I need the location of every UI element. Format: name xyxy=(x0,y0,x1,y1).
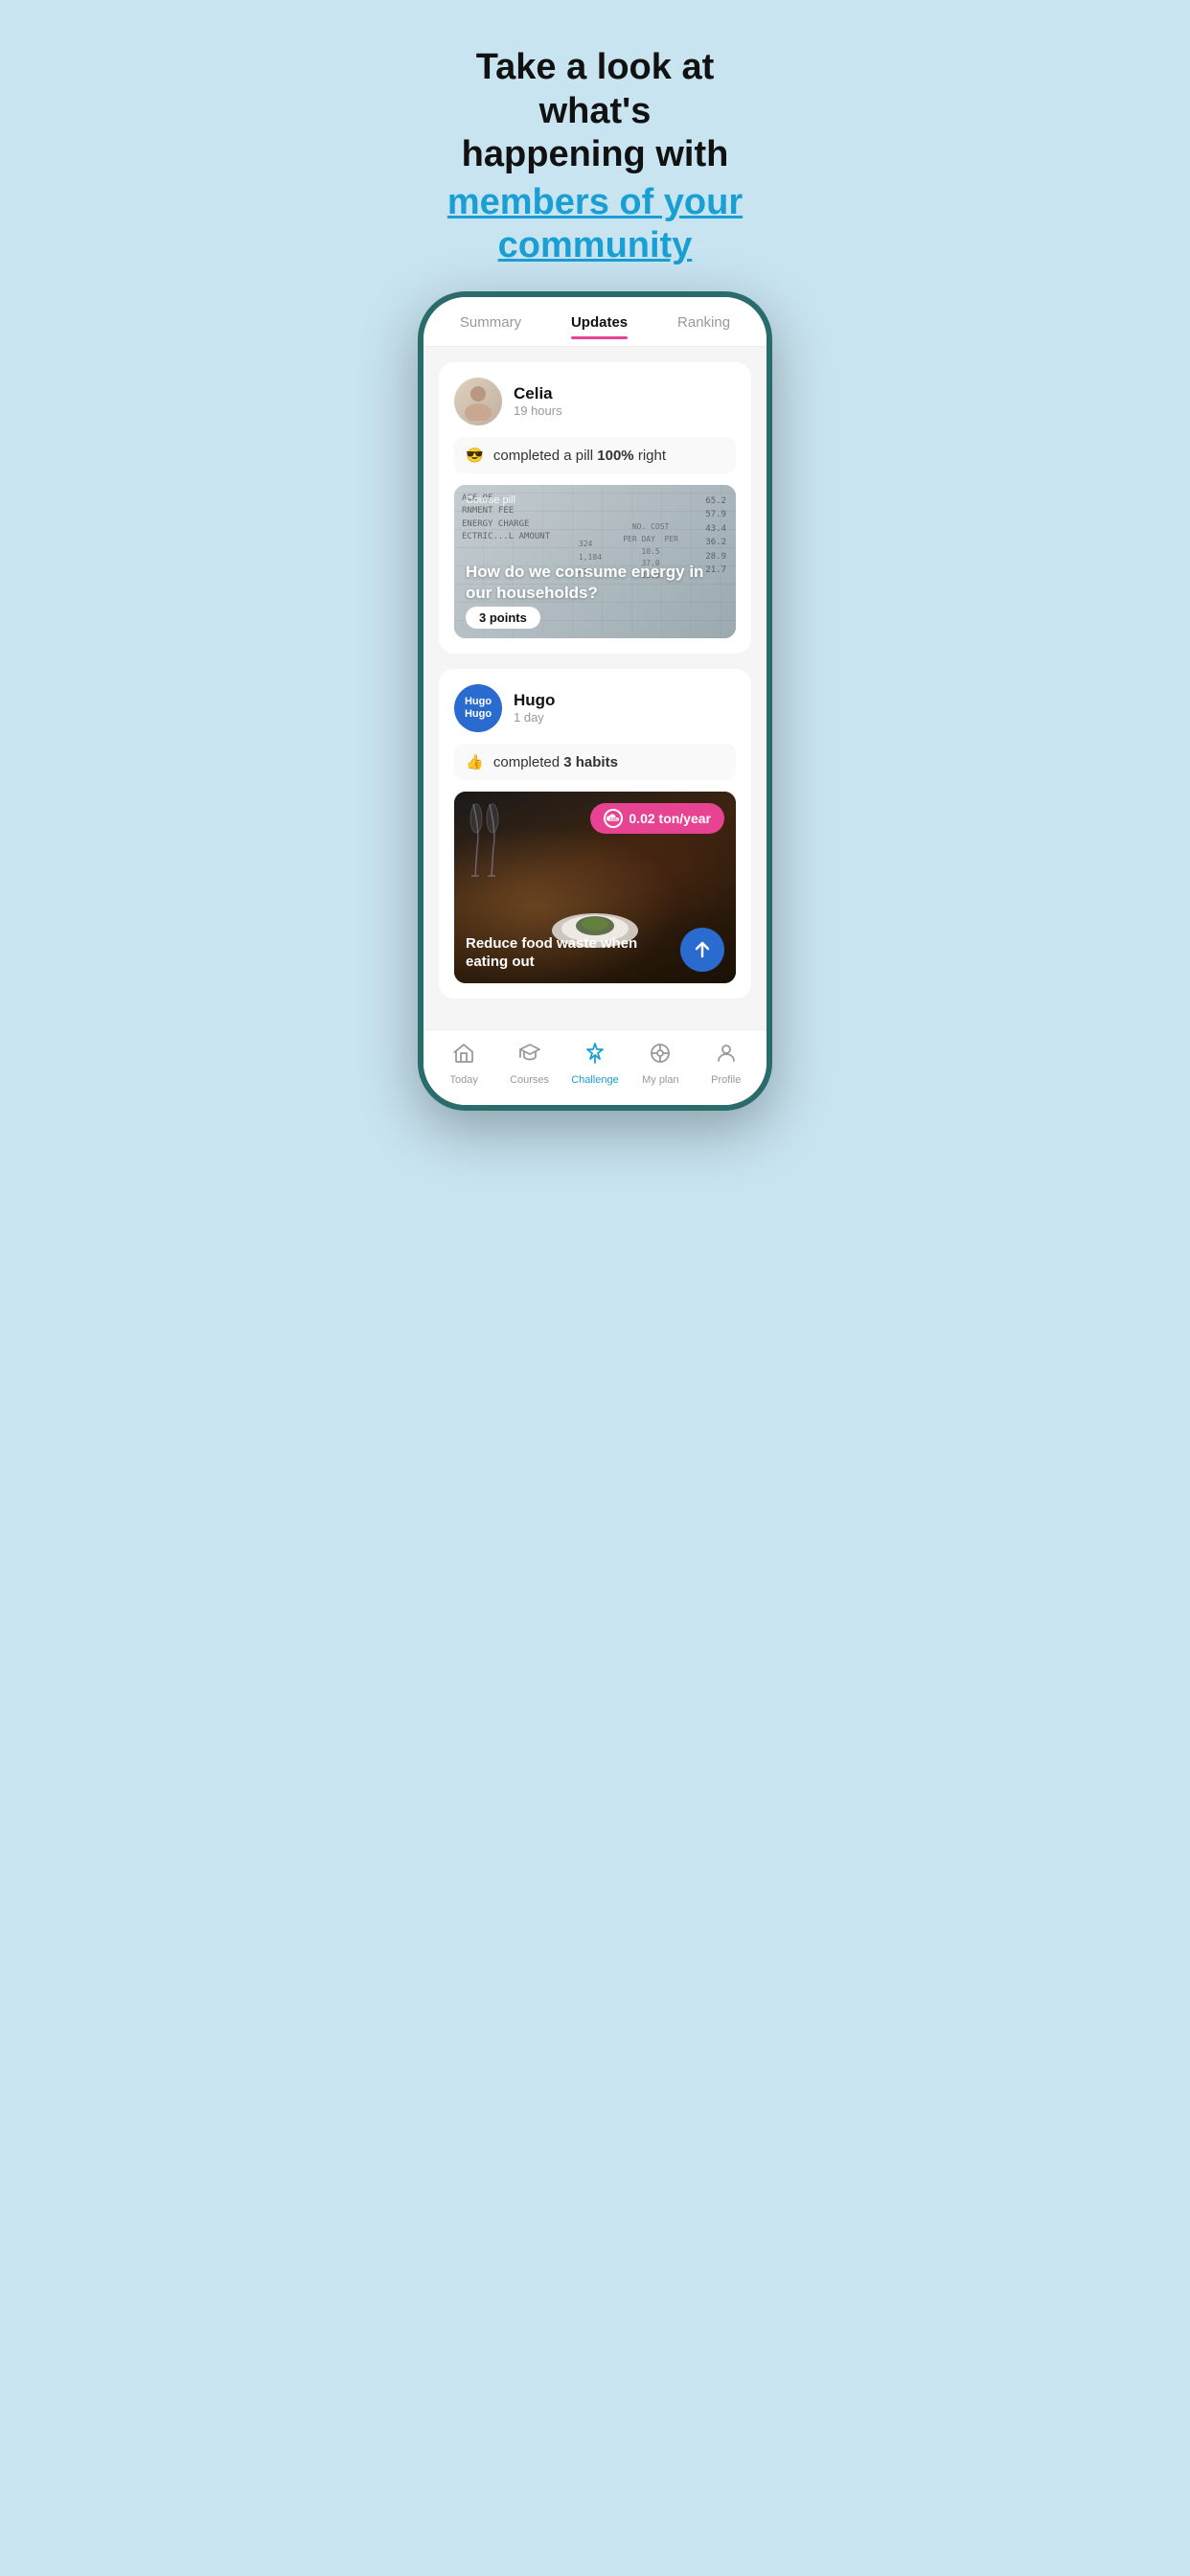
user-info-hugo: Hugo 1 day xyxy=(514,691,555,724)
wine-glasses-icon xyxy=(466,799,523,886)
avatar-celia xyxy=(454,378,502,426)
celia-activity-text: completed a pill 100% right xyxy=(493,448,666,464)
post-user-celia: Celia 19 hours xyxy=(454,378,736,426)
hero-highlight: members of your community xyxy=(423,181,767,268)
challenge-card[interactable]: CO₂ 0.02 ton/year Reduce food waste when… xyxy=(454,792,736,983)
bottom-navigation: Today Courses xyxy=(423,1029,767,1105)
nav-myplan-label: My plan xyxy=(642,1074,679,1086)
challenge-title: Reduce food waste when eating out xyxy=(466,934,650,972)
courses-icon xyxy=(518,1042,541,1070)
tab-ranking[interactable]: Ranking xyxy=(677,314,730,338)
cloud-icon: CO₂ xyxy=(606,812,621,825)
phone-wrapper: Summary Updates Ranking xyxy=(397,291,793,1130)
feed-content: Celia 19 hours 😎 completed a pill 100% r… xyxy=(423,347,767,1029)
nav-myplan[interactable]: My plan xyxy=(634,1042,687,1086)
phone-inner: Summary Updates Ranking xyxy=(423,297,767,1105)
avatar-image-celia xyxy=(454,378,502,426)
hugo-time: 1 day xyxy=(514,710,555,724)
challenge-bg: CO₂ 0.02 ton/year Reduce food waste when… xyxy=(454,792,736,983)
hugo-activity-text-pre: completed xyxy=(493,754,560,770)
hero-section: Take a look at what's happening with mem… xyxy=(397,0,793,291)
nav-profile[interactable]: Profile xyxy=(699,1042,752,1086)
nav-courses[interactable]: Courses xyxy=(503,1042,556,1086)
co2-cloud-icon: CO₂ xyxy=(604,809,623,828)
hugo-activity-emoji: 👍 xyxy=(466,754,484,770)
myplan-icon xyxy=(649,1042,672,1070)
profile-icon xyxy=(715,1042,738,1070)
user-info-celia: Celia 19 hours xyxy=(514,384,562,418)
co2-value: 0.02 ton/year xyxy=(629,811,711,826)
course-card[interactable]: ACE OFRNMENT FEEENERGY CHARGEECTRIC...L … xyxy=(454,485,736,638)
avatar-person-icon xyxy=(459,382,497,421)
hero-title-line1: Take a look at what's happening with xyxy=(423,46,767,177)
nav-courses-label: Courses xyxy=(510,1074,549,1086)
arrow-up-icon xyxy=(693,940,712,959)
nav-challenge[interactable]: Challenge xyxy=(568,1042,621,1086)
post-user-hugo: HugoHugo Hugo 1 day xyxy=(454,684,736,732)
course-label: Course pill xyxy=(466,494,515,506)
celia-name: Celia xyxy=(514,384,562,403)
tab-navigation: Summary Updates Ranking xyxy=(423,297,767,347)
nav-today[interactable]: Today xyxy=(438,1042,491,1086)
hugo-name: Hugo xyxy=(514,691,555,710)
celia-activity-bold: 100% xyxy=(597,448,633,464)
tab-summary[interactable]: Summary xyxy=(460,314,521,338)
celia-activity: 😎 completed a pill 100% right xyxy=(454,437,736,473)
nav-today-label: Today xyxy=(450,1074,478,1086)
up-arrow-button[interactable] xyxy=(680,928,724,972)
home-icon xyxy=(452,1042,475,1070)
svg-text:CO₂: CO₂ xyxy=(610,816,619,821)
hugo-activity-habits: 3 habits xyxy=(563,754,618,770)
tab-updates[interactable]: Updates xyxy=(571,314,628,338)
post-card-celia: Celia 19 hours 😎 completed a pill 100% r… xyxy=(439,362,751,654)
nav-challenge-label: Challenge xyxy=(571,1074,619,1086)
challenge-icon xyxy=(584,1042,606,1070)
post-card-hugo: HugoHugo Hugo 1 day 👍 completed 3 habits xyxy=(439,669,751,999)
co2-badge: CO₂ 0.02 ton/year xyxy=(590,803,724,834)
course-points: 3 points xyxy=(466,607,540,629)
course-title: How do we consume energy in our househol… xyxy=(466,562,724,604)
phone-frame: Summary Updates Ranking xyxy=(418,291,772,1111)
nav-profile-label: Profile xyxy=(711,1074,741,1086)
celia-activity-emoji: 😎 xyxy=(466,448,484,464)
avatar-hugo-text: HugoHugo xyxy=(465,696,492,721)
celia-time: 19 hours xyxy=(514,403,562,418)
hugo-activity: 👍 completed 3 habits xyxy=(454,744,736,780)
avatar-hugo: HugoHugo xyxy=(454,684,502,732)
